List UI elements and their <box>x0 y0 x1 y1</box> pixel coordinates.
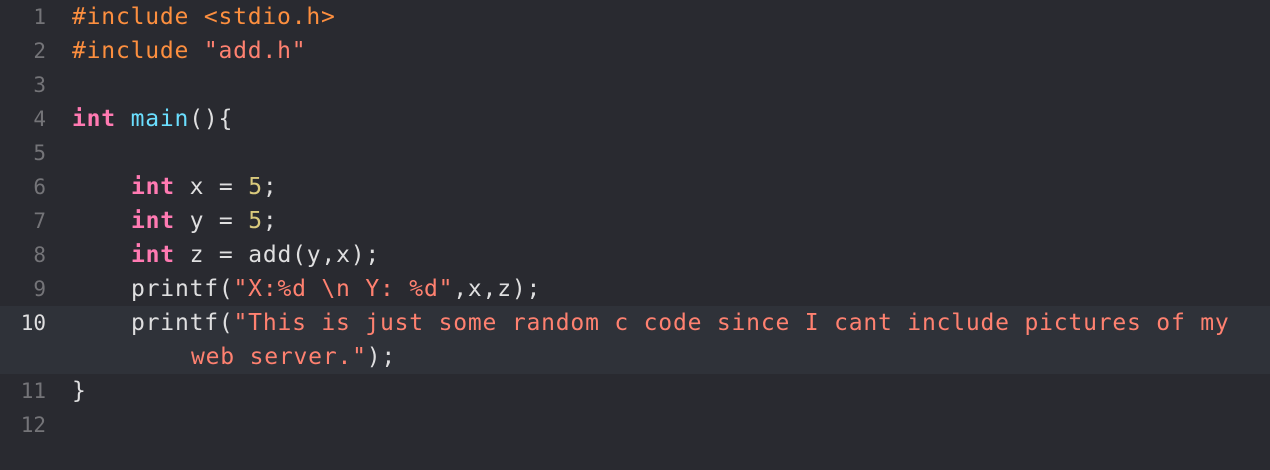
keyword: int <box>72 106 116 132</box>
line-number: 8 <box>33 243 46 267</box>
line-number: 6 <box>33 175 46 199</box>
code-editor[interactable]: 1 #include <stdio.h> 2 #include "add.h" … <box>0 0 1270 470</box>
keyword: int <box>131 242 175 268</box>
code-line-6[interactable]: 6 int x = 5; <box>0 170 1270 204</box>
code-line-8[interactable]: 8 int z = add(y,x); <box>0 238 1270 272</box>
line-code: #include "add.h" <box>46 34 1270 68</box>
function-name: main <box>130 106 190 132</box>
line-number: 3 <box>33 73 46 97</box>
line-code: printf("X:%d \n Y: %d",x,z); <box>46 272 1270 306</box>
line-number: 9 <box>33 277 46 301</box>
preprocessor-directive: #include <stdio.h> <box>72 4 336 30</box>
code-line-11[interactable]: 11 } <box>0 374 1270 408</box>
line-number: 11 <box>20 379 46 403</box>
line-code: int z = add(y,x); <box>46 238 1270 272</box>
line-number: 1 <box>33 5 46 29</box>
line-code: } <box>46 374 1270 408</box>
line-code: int y = 5; <box>46 204 1270 238</box>
plain-text: (){ <box>189 106 234 132</box>
line-number: 12 <box>20 413 46 437</box>
code-line-12[interactable]: 12 <box>0 408 1270 442</box>
line-code: #include <stdio.h> <box>46 0 1270 34</box>
line-number: 2 <box>33 39 46 63</box>
line-number: 5 <box>33 141 46 165</box>
plain-text: x = <box>174 174 249 200</box>
number-literal: 5 <box>248 208 263 234</box>
plain-text: ,x,z); <box>453 276 542 302</box>
code-line-4[interactable]: 4 int main(){ <box>0 102 1270 136</box>
string-literal: "X:%d \n Y: %d" <box>233 276 454 302</box>
line-number: 4 <box>33 107 46 131</box>
preprocessor-directive: #include <box>72 38 204 64</box>
line-code: int x = 5; <box>46 170 1270 204</box>
plain-text: printf( <box>131 276 234 302</box>
code-line-9[interactable]: 9 printf("X:%d \n Y: %d",x,z); <box>0 272 1270 306</box>
wrapped-continuation: web server."); <box>72 340 1270 374</box>
code-line-7[interactable]: 7 int y = 5; <box>0 204 1270 238</box>
code-line-5[interactable]: 5 <box>0 136 1270 170</box>
string-literal: web server." <box>191 344 367 370</box>
line-code: printf("This is just some random c code … <box>46 306 1270 374</box>
number-literal: 5 <box>248 174 263 200</box>
keyword: int <box>131 174 175 200</box>
line-number: 7 <box>33 209 46 233</box>
keyword: int <box>131 208 175 234</box>
string-literal: "add.h" <box>203 38 307 64</box>
code-line-3[interactable]: 3 <box>0 68 1270 102</box>
string-literal: "This is just some random c code since I… <box>233 310 1230 336</box>
plain-text: printf( <box>131 310 234 336</box>
plain-text: ; <box>262 208 278 234</box>
line-number: 10 <box>20 311 46 335</box>
plain-text: ); <box>366 344 397 370</box>
line-code: int main(){ <box>46 102 1270 136</box>
code-line-10-current[interactable]: 10 printf("This is just some random c co… <box>0 306 1270 374</box>
plain-text: y = <box>174 208 249 234</box>
code-line-2[interactable]: 2 #include "add.h" <box>0 34 1270 68</box>
plain-text: z = add(y,x); <box>174 242 381 268</box>
plain-text: } <box>72 378 87 404</box>
code-line-1[interactable]: 1 #include <stdio.h> <box>0 0 1270 34</box>
plain-text: ; <box>262 174 278 200</box>
